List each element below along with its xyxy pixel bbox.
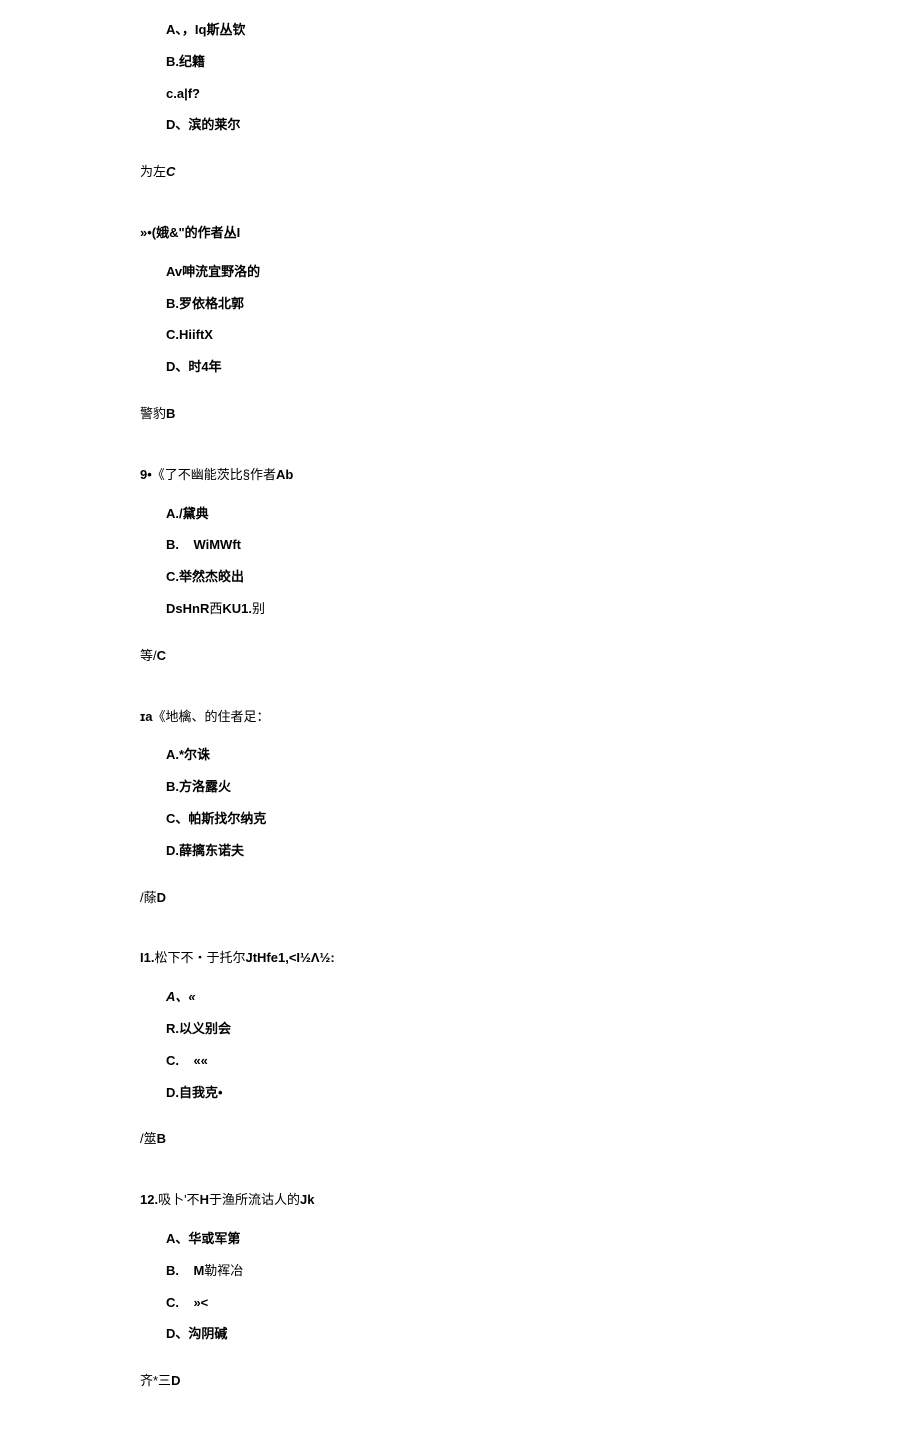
q8-answer-prefix: 警豹 [140, 406, 166, 421]
q9-option-b-prefix: B. [166, 537, 179, 552]
q12-option-b: B. M勒裈冶 [166, 1261, 780, 1282]
q7-option-b: B.纪籍 [166, 52, 780, 73]
q12-answer-letter: D [171, 1373, 180, 1388]
q12-option-b-prefix: B. [166, 1263, 179, 1278]
q10-answer: /蒢D [140, 888, 780, 909]
q11-answer: /筮B [140, 1129, 780, 1150]
q10-option-c: C、帕斯找尔纳克 [166, 809, 780, 830]
q11-option-d: D.自我克• [166, 1083, 780, 1104]
q12-stem-suffix: Jk [300, 1192, 314, 1207]
q12-option-c: C. »< [166, 1293, 780, 1314]
q9-option-b-text: WiMWft [193, 537, 241, 552]
q10-stem-prefix: ɪa [140, 709, 153, 724]
q7-answer-prefix: 为左 [140, 164, 166, 179]
q11-option-c: C. «« [166, 1051, 780, 1072]
q7-option-a: A、，Iq斯丛钦 [166, 20, 780, 41]
q7-option-c: c.a|f? [166, 84, 780, 105]
q12-stem-text: 吸卜'不 [158, 1192, 199, 1207]
q10-option-b: B.方洛露火 [166, 777, 780, 798]
q8-stem-text: »•(娥&"的作者丛I [140, 225, 240, 240]
q8-answer: 警豹B [140, 404, 780, 425]
q9-stem-text: 《了不幽能茨比§作者 [152, 467, 276, 482]
q9-option-d-suffix: KU1. [222, 601, 252, 616]
q11-answer-prefix: /筮 [140, 1131, 157, 1146]
q9-option-a: A./黛典 [166, 504, 780, 525]
q8-option-a: Av呻㳘宜野洛的 [166, 262, 780, 283]
q9-answer: 等/C [140, 646, 780, 667]
q9-answer-prefix: 等/ [140, 648, 157, 663]
q7-option-d: D、滨的莱尔 [166, 115, 780, 136]
q11-option-a: A、« [166, 987, 780, 1008]
q11-stem-mid: JtHfe1,<I½Λ½: [245, 950, 334, 965]
q9-answer-letter: C [157, 648, 166, 663]
q9-stem-suffix: Ab [276, 467, 293, 482]
q12-option-c-prefix: C. [166, 1295, 179, 1310]
q11-option-c-text: «« [193, 1053, 207, 1068]
q12-answer: 齐*三D [140, 1371, 780, 1392]
q9-option-d-prefix: DsHnR [166, 601, 209, 616]
q11-option-c-prefix: C. [166, 1053, 179, 1068]
q9-option-d-end: 别 [252, 601, 265, 616]
q12-stem-prefix: 12. [140, 1192, 158, 1207]
q12-stem: 12.吸卜'不H于渔所流诂人的Jk [140, 1190, 780, 1211]
q10-answer-prefix: /蒢 [140, 890, 157, 905]
q7-answer: 为左C [140, 162, 780, 183]
q11-option-b: R.以义别会 [166, 1019, 780, 1040]
q9-option-d-mid: 西 [209, 601, 222, 616]
q8-answer-letter: B [166, 406, 175, 421]
q12-option-d: D、沟阴碱 [166, 1324, 780, 1345]
q7-answer-letter: C [166, 164, 175, 179]
q9-stem-prefix: 9• [140, 467, 152, 482]
q11-stem: I1.松下不・于托尔JtHfe1,<I½Λ½: [140, 948, 780, 969]
q12-answer-prefix: 齐*三 [140, 1373, 171, 1388]
q12-stem-mid: H [200, 1192, 209, 1207]
q11-answer-letter: B [157, 1131, 166, 1146]
q9-option-b: B. WiMWft [166, 535, 780, 556]
q11-stem-text: 松下不・于托尔 [154, 950, 245, 965]
q12-stem-text2: 于渔所流诂人的 [209, 1192, 300, 1207]
q11-stem-prefix: I1. [140, 950, 154, 965]
q8-stem: »•(娥&"的作者丛I [140, 223, 780, 244]
q9-stem: 9•《了不幽能茨比§作者Ab [140, 465, 780, 486]
q10-option-d: D.薛摛东诺夫 [166, 841, 780, 862]
q12-option-c-text: »< [193, 1295, 208, 1310]
q12-option-a: A、华或军第 [166, 1229, 780, 1250]
q10-answer-letter: D [157, 890, 166, 905]
q12-option-b-text: 勒裈冶 [204, 1263, 243, 1278]
q10-stem-text: 《地檎、的住者足： [153, 709, 270, 724]
q8-option-b: B.罗依格北郭 [166, 294, 780, 315]
q8-option-d: D、时4年 [166, 357, 780, 378]
q9-option-c: C.举然杰皎出 [166, 567, 780, 588]
q12-option-b-mid: M [193, 1263, 204, 1278]
q8-option-c: C.HiiftX [166, 325, 780, 346]
q9-option-d: DsHnR西KU1.别 [166, 599, 780, 620]
q10-option-a: A.*尔诛 [166, 745, 780, 766]
q10-stem: ɪa《地檎、的住者足： [140, 707, 780, 728]
